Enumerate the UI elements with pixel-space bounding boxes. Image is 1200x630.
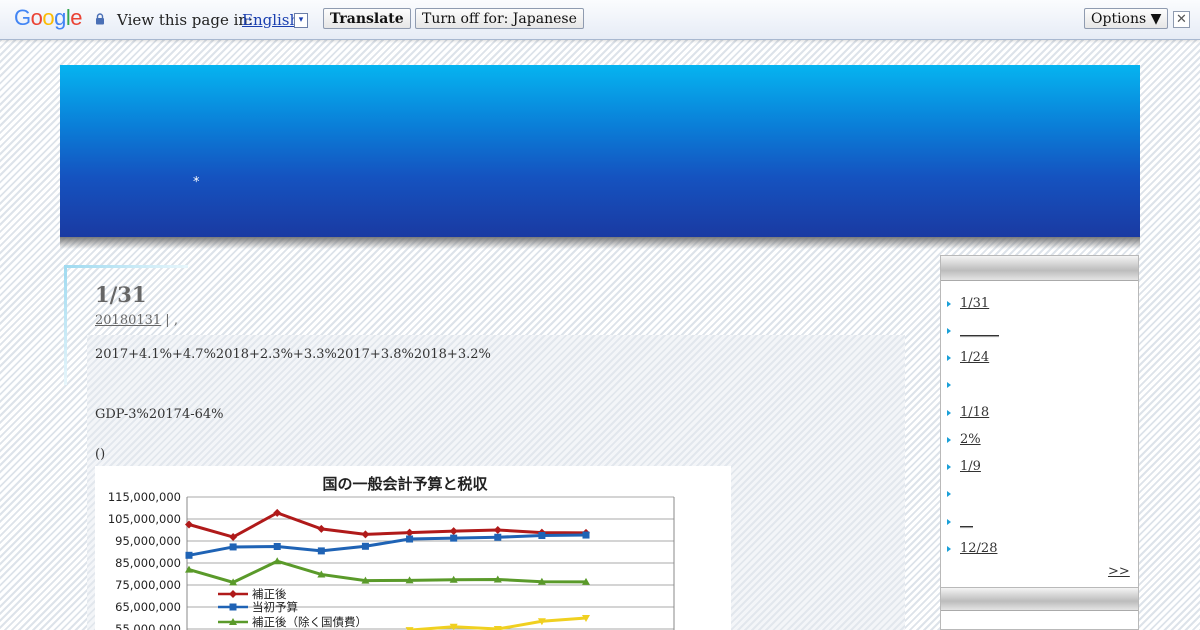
close-icon[interactable]: ✕ [1173, 11, 1190, 28]
header-mark: * [193, 175, 200, 190]
post-corner-decoration [64, 265, 188, 268]
budget-chart: 国の一般会計予算と税収 115,000,000 105,000,000 95,000,… [95, 466, 731, 630]
sidebar-item[interactable]: 1/24 [947, 350, 989, 365]
sidebar-item[interactable]: 1/31 [947, 296, 989, 311]
bullet-icon [947, 436, 951, 443]
series-line [188, 533, 587, 557]
bullet-icon [947, 327, 951, 334]
data-point [449, 527, 458, 536]
options-button[interactable]: Options ▼ [1084, 8, 1169, 29]
sidebar-item-label[interactable]: 1/9 [960, 459, 981, 474]
post-corner-decoration [64, 265, 67, 385]
legend-label: 当初予算 [252, 600, 298, 614]
sidebar-more-link[interactable]: >> [1108, 564, 1130, 579]
post-paragraph: 2017+4.1%+4.7%2018+2.3%+3.3%2017+3.8%201… [95, 347, 491, 362]
logo-letter: g [54, 5, 66, 30]
data-point [493, 526, 502, 534]
sidebar-item[interactable]: 1/18 [947, 405, 989, 420]
sidebar-item-label[interactable]: 12/28 [960, 541, 997, 556]
bullet-icon [947, 463, 951, 470]
data-point [406, 535, 414, 543]
data-point [273, 543, 281, 550]
data-point [185, 520, 193, 529]
language-link[interactable]: English [242, 11, 299, 29]
sidebar-item-label[interactable]: 1/24 [960, 350, 989, 365]
legend-label: 補正後 [252, 587, 287, 601]
logo-letter: e [70, 5, 83, 30]
chart-title: 国の一般会計予算と税収 [322, 475, 488, 493]
lock-icon [96, 13, 104, 25]
sidebar-widget-header [941, 588, 1138, 611]
series-line [188, 511, 587, 539]
series-line [188, 559, 587, 584]
sidebar-item[interactable]: __ [947, 514, 973, 529]
sidebar-item-label[interactable]: ______ [960, 323, 999, 338]
data-point [582, 531, 590, 539]
y-tick-label: 85,000,000 [115, 556, 181, 570]
google-logo: Google [14, 5, 83, 31]
bullet-icon [947, 300, 951, 307]
sidebar-item-label[interactable]: 1/18 [960, 405, 989, 420]
post-paragraph: () [95, 447, 106, 462]
post-meta: 20180131 | , [95, 313, 178, 328]
bullet-icon [947, 518, 951, 525]
data-point [538, 532, 546, 539]
sidebar-item[interactable]: 12/28 [947, 541, 997, 556]
logo-letter: o [30, 5, 43, 30]
sidebar-item-label[interactable]: __ [960, 514, 973, 529]
post-paragraph: GDP-3%20174-64% [95, 407, 224, 422]
bullet-icon [947, 545, 951, 552]
data-point [317, 547, 325, 555]
data-point [405, 528, 414, 537]
post-title: 1/31 [95, 282, 147, 307]
sidebar-widget-2 [940, 588, 1139, 630]
data-point [229, 543, 237, 551]
translate-button[interactable]: Translate [323, 8, 411, 29]
view-page-label: View this page in: [117, 11, 254, 29]
data-point [361, 530, 370, 539]
y-tick-label: 115,000,000 [108, 490, 181, 504]
y-tick-label: 65,000,000 [115, 600, 181, 614]
chevron-down-icon[interactable]: ▾ [294, 13, 308, 28]
sidebar-widget-header [941, 256, 1138, 281]
sidebar-item [947, 486, 960, 501]
data-point [229, 603, 237, 611]
sidebar-item [947, 377, 960, 392]
data-point [450, 534, 458, 542]
bullet-icon [947, 354, 951, 361]
sidebar-item[interactable]: 2% [947, 432, 981, 447]
sidebar-item-label[interactable]: 1/31 [960, 296, 989, 311]
y-tick-label: 55,000,000 [115, 622, 181, 630]
translate-bar: Google View this page in: English ▾ Tran… [0, 0, 1200, 40]
post-meta-suffix: | , [161, 313, 178, 328]
data-point [229, 590, 237, 598]
bullet-icon [947, 490, 951, 497]
header-banner [60, 65, 1140, 237]
y-tick-label: 95,000,000 [115, 534, 181, 548]
sidebar-item[interactable]: ______ [947, 323, 999, 338]
post-date-link[interactable]: 20180131 [95, 313, 161, 328]
banner-shadow [60, 237, 1140, 249]
y-tick-label: 105,000,000 [108, 512, 181, 526]
sidebar-item-label[interactable]: 2% [960, 432, 981, 447]
bullet-icon [947, 409, 951, 416]
sidebar-recent-posts: 1/31 ______ 1/24 1/18 2% 1/9 __ 12/28 >> [940, 255, 1139, 588]
bullet-icon [947, 381, 951, 388]
legend-label: 補正後（除く国債費） [252, 615, 367, 629]
data-point [317, 524, 326, 533]
sidebar-item[interactable]: 1/9 [947, 459, 981, 474]
data-point [361, 542, 369, 550]
y-tick-label: 75,000,000 [115, 578, 181, 592]
data-point [494, 533, 502, 541]
data-point [185, 551, 193, 559]
turn-off-button[interactable]: Turn off for: Japanese [415, 8, 584, 29]
budget-chart-svg: 国の一般会計予算と税収 115,000,000 105,000,000 95,000,… [108, 475, 675, 630]
logo-letter: o [42, 5, 55, 30]
logo-letter: G [14, 5, 31, 30]
